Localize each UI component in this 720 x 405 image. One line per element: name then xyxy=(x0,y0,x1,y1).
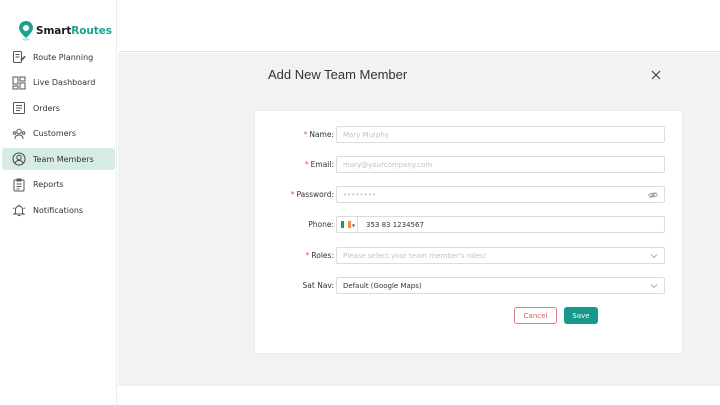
sidebar-item-label: Reports xyxy=(33,180,64,189)
sidebar-item-route-planning[interactable]: Route Planning xyxy=(2,46,115,68)
location-pin-icon xyxy=(19,21,33,41)
roles-placeholder: Please select your team member's roles! xyxy=(343,252,487,260)
password-row: * Password: •••••••• xyxy=(255,186,682,204)
sidebar-item-label: Team Members xyxy=(33,154,94,164)
add-member-form: * Name: Mary Murphy * Email: mary@yourcomp… xyxy=(255,111,682,353)
route-planning-icon xyxy=(11,49,27,65)
email-placeholder: mary@yourcompany.com xyxy=(343,161,433,169)
sidebar-item-notifications[interactable]: Notifications xyxy=(2,199,115,221)
orders-icon xyxy=(11,100,27,116)
team-members-icon xyxy=(11,151,27,167)
required-marker: * xyxy=(290,190,295,199)
satnav-row: Sat Nav: Default (Google Maps) xyxy=(255,277,682,295)
email-row: * Email: mary@yourcompany.com xyxy=(255,156,682,174)
name-label: * Name: xyxy=(303,130,334,139)
phone-value: 353 83 1234567 xyxy=(366,221,424,229)
sidebar-item-live-dashboard[interactable]: Live Dashboard xyxy=(2,72,115,94)
email-field[interactable]: mary@yourcompany.com xyxy=(336,156,665,173)
modal-title: Add New Team Member xyxy=(268,67,408,82)
chevron-down-icon xyxy=(650,284,658,289)
dashboard-icon xyxy=(11,75,27,91)
customers-icon xyxy=(11,126,27,142)
sidebar-item-label: Customers xyxy=(33,129,77,138)
password-field[interactable]: •••••••• xyxy=(336,186,665,203)
close-icon[interactable] xyxy=(649,68,663,82)
bell-icon xyxy=(11,202,27,218)
required-marker: * xyxy=(304,160,309,169)
required-marker: * xyxy=(305,251,310,260)
caret-down-icon: ▼ xyxy=(352,223,356,228)
sidebar-item-label: Notifications xyxy=(33,205,84,215)
satnav-select[interactable]: Default (Google Maps) xyxy=(336,277,665,294)
phone-row: Phone: ▼ 353 83 1234567 xyxy=(255,216,682,234)
top-bar xyxy=(118,0,720,52)
name-field[interactable]: Mary Murphy xyxy=(336,126,665,143)
phone-field[interactable]: ▼ 353 83 1234567 xyxy=(336,216,665,233)
save-button[interactable]: Save xyxy=(564,307,598,324)
name-placeholder: Mary Murphy xyxy=(343,131,389,139)
sidebar: SmartRoutes Route Planning Live Dashboar… xyxy=(0,0,117,405)
required-marker: * xyxy=(303,130,308,139)
chevron-down-icon xyxy=(650,254,658,259)
sidebar-item-label: Live Dashboard xyxy=(33,78,96,87)
cancel-button[interactable]: Cancel xyxy=(514,307,557,324)
sidebar-item-label: Route Planning xyxy=(33,52,94,62)
satnav-value: Default (Google Maps) xyxy=(343,282,422,290)
ireland-flag-icon xyxy=(341,221,351,228)
password-placeholder: •••••••• xyxy=(343,191,377,199)
reports-icon xyxy=(11,177,27,193)
satnav-label: Sat Nav: xyxy=(302,281,334,290)
country-selector[interactable]: ▼ xyxy=(337,217,358,232)
phone-label: Phone: xyxy=(308,220,334,229)
sidebar-item-orders[interactable]: Orders xyxy=(2,97,115,119)
roles-row: * Roles: Please select your team member's… xyxy=(255,247,682,265)
eye-slash-icon[interactable] xyxy=(648,191,658,199)
logo[interactable]: SmartRoutes xyxy=(19,21,112,41)
sidebar-item-team-members[interactable]: Team Members xyxy=(2,148,115,170)
roles-select[interactable]: Please select your team member's roles! xyxy=(336,247,665,264)
bottom-strip xyxy=(118,386,720,405)
sidebar-item-reports[interactable]: Reports xyxy=(2,174,115,196)
name-row: * Name: Mary Murphy xyxy=(255,126,682,144)
sidebar-item-label: Orders xyxy=(33,103,60,113)
password-label: * Password: xyxy=(290,190,334,199)
email-label: * Email: xyxy=(304,160,334,169)
sidebar-nav: Route Planning Live Dashboard Orders Cus… xyxy=(0,46,117,225)
brand-name: SmartRoutes xyxy=(36,25,112,37)
main-area: Add New Team Member * Name: Mary Murphy *… xyxy=(118,53,720,386)
sidebar-item-customers[interactable]: Customers xyxy=(2,123,115,145)
roles-label: * Roles: xyxy=(305,251,334,260)
